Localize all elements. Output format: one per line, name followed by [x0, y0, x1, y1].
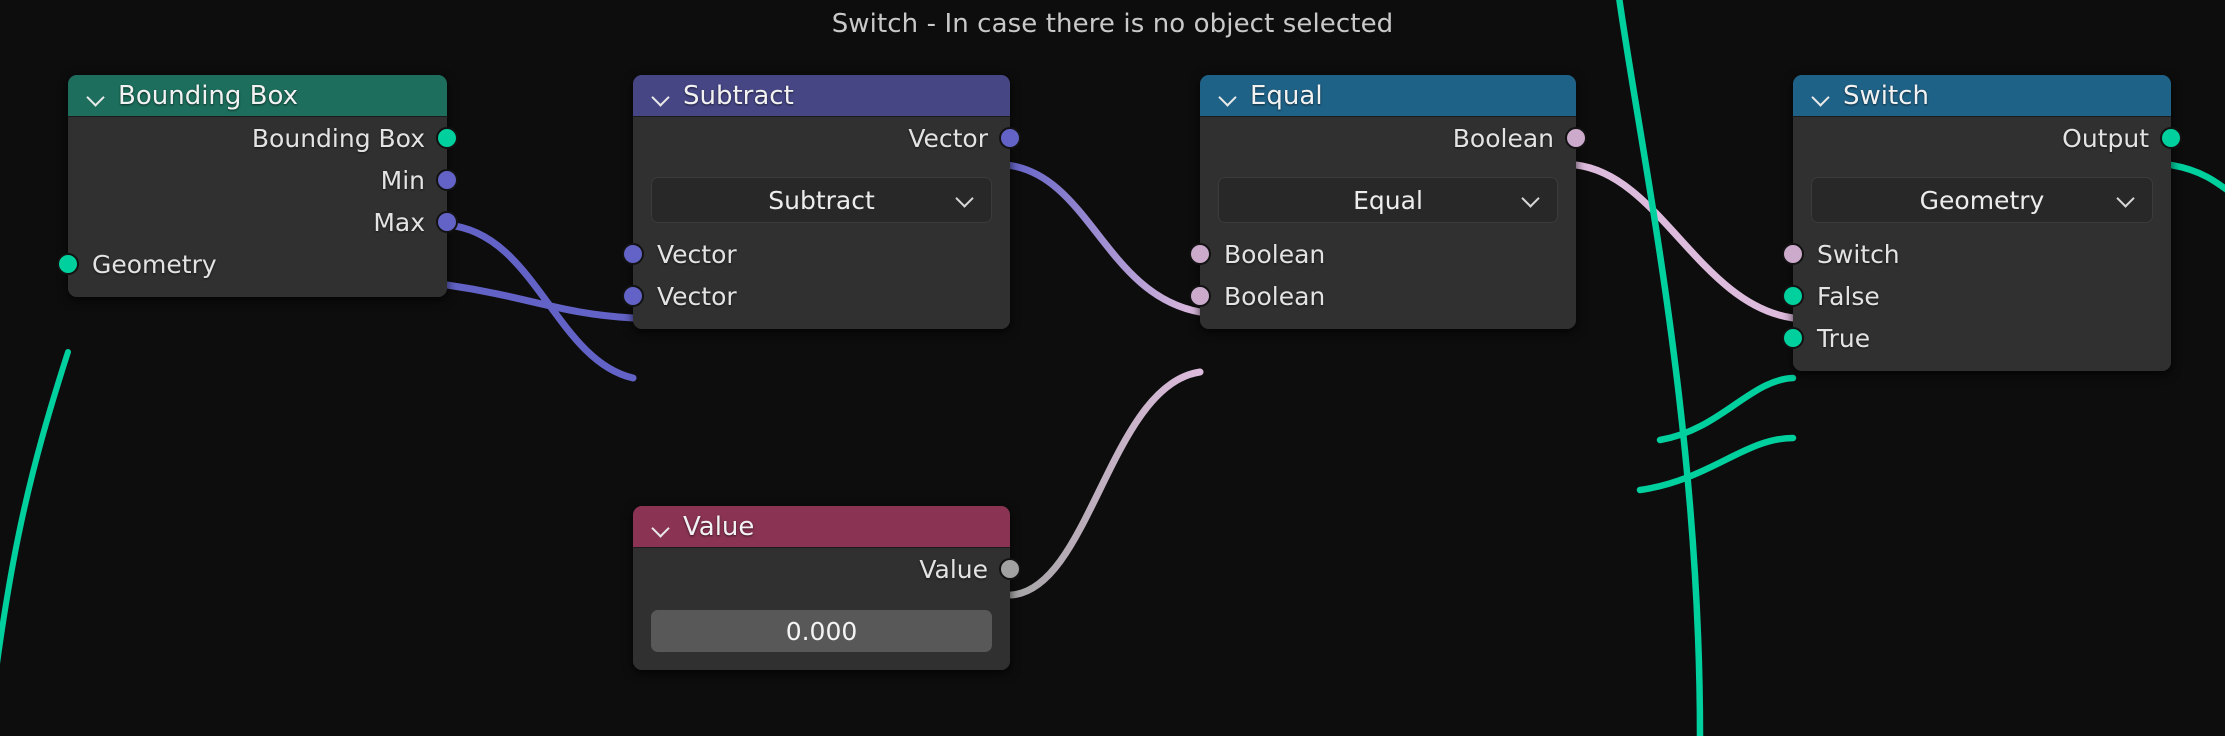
node-body-value: Value 0.000: [633, 548, 1021, 670]
input-socket-row-geometry[interactable]: Geometry: [57, 243, 447, 285]
socket-vector-min[interactable]: [436, 169, 458, 191]
socket-geometry-in[interactable]: [57, 253, 79, 275]
output-socket-row-max[interactable]: Max: [68, 201, 458, 243]
input-socket-row-boolean-2[interactable]: Boolean: [1189, 275, 1576, 317]
socket-geometry-false[interactable]: [1782, 285, 1804, 307]
chevron-down-icon[interactable]: [86, 87, 106, 107]
socket-boolean-in-1[interactable]: [1189, 243, 1211, 265]
socket-vector-in-1[interactable]: [622, 243, 644, 265]
value-number-field[interactable]: 0.000: [651, 610, 992, 652]
input-socket-row-false[interactable]: False: [1782, 275, 2171, 317]
dropdown-value: Equal: [1353, 185, 1423, 215]
input-label: Boolean: [1224, 239, 1326, 269]
node-header-switch[interactable]: Switch: [1793, 75, 2171, 117]
link-geometry-to-true: [1636, 434, 1797, 494]
datatype-dropdown-switch[interactable]: Geometry: [1811, 177, 2153, 223]
node-equal[interactable]: Equal Boolean Equal Boolean Boolean: [1189, 75, 1587, 329]
socket-geometry-out[interactable]: [2160, 127, 2182, 149]
node-editor-canvas[interactable]: Switch - In case there is no object sele…: [0, 0, 2225, 736]
socket-boolean-out[interactable]: [1565, 127, 1587, 149]
input-label: Switch: [1817, 239, 1900, 269]
link-geometry-to-boundingbox: [0, 349, 71, 664]
node-body-bounding-box: Bounding Box Min Max Geometry: [57, 117, 458, 297]
output-label: Bounding Box: [251, 123, 425, 153]
socket-geometry-out[interactable]: [436, 127, 458, 149]
chevron-down-icon[interactable]: [2118, 191, 2134, 207]
page-title: Switch - In case there is no object sele…: [831, 9, 1394, 39]
socket-vector-max[interactable]: [436, 211, 458, 233]
output-socket-row-boolean[interactable]: Boolean: [1200, 117, 1587, 159]
node-header-subtract[interactable]: Subtract: [633, 75, 1010, 117]
node-body-subtract: Vector Subtract Vector Vector: [622, 117, 1021, 329]
node-title: Switch: [1843, 80, 1929, 111]
output-socket-row-vector[interactable]: Vector: [633, 117, 1021, 159]
output-socket-row-bounding-box[interactable]: Bounding Box: [68, 117, 458, 159]
output-socket-row-min[interactable]: Min: [68, 159, 458, 201]
input-socket-row-boolean-1[interactable]: Boolean: [1189, 233, 1576, 275]
node-title: Bounding Box: [118, 80, 299, 111]
node-title: Value: [683, 511, 755, 542]
node-header-value[interactable]: Value: [633, 506, 1010, 548]
link-boolean-to-switch: [1572, 161, 1797, 322]
output-socket-row-value[interactable]: Value: [633, 548, 1021, 590]
chevron-down-icon[interactable]: [1218, 87, 1238, 107]
dropdown-value: Geometry: [1919, 185, 2045, 215]
output-label: Output: [2062, 123, 2149, 153]
node-header-bounding-box[interactable]: Bounding Box: [68, 75, 447, 117]
chevron-down-icon[interactable]: [957, 191, 973, 207]
node-subtract[interactable]: Subtract Vector Subtract Vector Vector: [622, 75, 1021, 329]
output-label: Value: [919, 554, 988, 584]
chevron-down-icon[interactable]: [651, 518, 671, 538]
input-label: Geometry: [92, 249, 217, 279]
node-title: Equal: [1250, 80, 1323, 111]
socket-boolean-in-2[interactable]: [1189, 285, 1211, 307]
link-geometry-passthrough: [1616, 0, 1704, 736]
output-label: Vector: [908, 123, 988, 153]
link-geometry-to-false: [1656, 374, 1797, 444]
node-body-equal: Boolean Equal Boolean Boolean: [1189, 117, 1587, 329]
link-value-to-boolean2: [1007, 368, 1204, 599]
value-number: 0.000: [785, 616, 858, 646]
output-label: Max: [373, 207, 425, 237]
chevron-down-icon[interactable]: [1523, 191, 1539, 207]
socket-vector-in-2[interactable]: [622, 285, 644, 307]
input-socket-row-switch[interactable]: Switch: [1782, 233, 2171, 275]
input-socket-row-vector-2[interactable]: Vector: [622, 275, 1010, 317]
input-socket-row-true[interactable]: True: [1782, 317, 2171, 359]
node-header-equal[interactable]: Equal: [1200, 75, 1576, 117]
operation-dropdown-equal[interactable]: Equal: [1218, 177, 1558, 223]
output-label: Min: [380, 165, 425, 195]
input-label: False: [1817, 281, 1880, 311]
input-label: Boolean: [1224, 281, 1326, 311]
input-label: Vector: [657, 239, 737, 269]
link-vector-to-boolean1: [1003, 161, 1204, 316]
node-title: Subtract: [683, 80, 794, 111]
output-label: Boolean: [1452, 123, 1554, 153]
link-min-to-vector2: [443, 221, 637, 382]
node-body-switch: Output Geometry Switch False True: [1782, 117, 2182, 371]
link-output-to-offscreen: [2167, 161, 2225, 193]
input-socket-row-vector-1[interactable]: Vector: [622, 233, 1010, 275]
chevron-down-icon[interactable]: [651, 87, 671, 107]
dropdown-value: Subtract: [768, 185, 875, 215]
link-max-to-vector1: [443, 281, 637, 322]
chevron-down-icon[interactable]: [1811, 87, 1831, 107]
socket-geometry-true[interactable]: [1782, 327, 1804, 349]
node-bounding-box[interactable]: Bounding Box Bounding Box Min Max Geomet…: [57, 75, 458, 297]
socket-float-out[interactable]: [999, 558, 1021, 580]
node-value[interactable]: Value Value 0.000: [633, 506, 1021, 670]
node-switch[interactable]: Switch Output Geometry Switch False True: [1782, 75, 2182, 371]
socket-boolean-switch[interactable]: [1782, 243, 1804, 265]
operation-dropdown-subtract[interactable]: Subtract: [651, 177, 992, 223]
socket-vector-out[interactable]: [999, 127, 1021, 149]
output-socket-row-output[interactable]: Output: [1793, 117, 2182, 159]
input-label: Vector: [657, 281, 737, 311]
input-label: True: [1817, 323, 1871, 353]
